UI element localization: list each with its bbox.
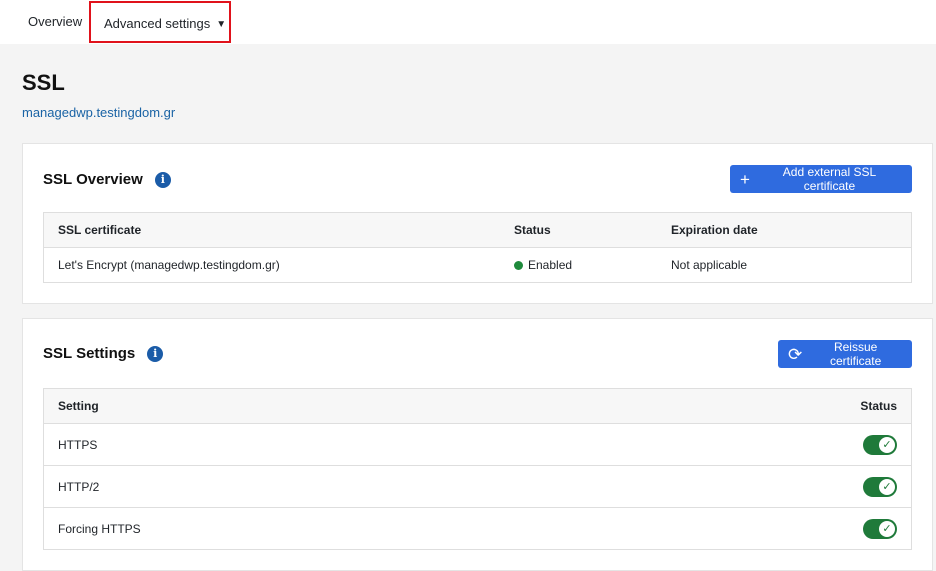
setting-name: Forcing HTTPS <box>42 507 591 550</box>
table-header-row: Setting Status <box>42 388 912 424</box>
certificate-name: Let's Encrypt (managedwp.testingdom.gr) <box>43 247 500 283</box>
setting-name: HTTP/2 <box>42 465 591 508</box>
tab-advanced-settings[interactable]: Advanced settings ▼ <box>89 1 231 43</box>
certificate-status: Enabled <box>500 247 657 283</box>
ssl-settings-card: SSL Settings i ⟳ Reissue certificate Set… <box>22 318 933 571</box>
reissue-certificate-button[interactable]: ⟳ Reissue certificate <box>778 340 912 368</box>
column-header-setting: Setting <box>42 388 591 424</box>
ssl-settings-heading: SSL Settings i <box>43 345 164 362</box>
table-row: HTTP/2 ✓ <box>42 465 912 508</box>
ssl-certificates-table: SSL certificate Status Expiration date L… <box>43 212 912 283</box>
caret-down-icon: ▼ <box>216 19 227 30</box>
reissue-certificate-label: Reissue certificate <box>829 340 882 368</box>
certificate-expiration: Not applicable <box>657 247 912 283</box>
ssl-overview-heading: SSL Overview i <box>43 171 171 188</box>
https-toggle[interactable]: ✓ <box>863 434 897 455</box>
table-row: HTTPS ✓ <box>42 423 912 466</box>
info-icon[interactable]: i <box>154 171 171 188</box>
domain-link[interactable]: managedwp.testingdom.gr <box>22 105 175 120</box>
column-header-expiration: Expiration date <box>657 212 912 248</box>
ssl-overview-title: SSL Overview <box>43 171 143 188</box>
column-header-certificate: SSL certificate <box>43 212 500 248</box>
table-header-row: SSL certificate Status Expiration date <box>43 212 912 248</box>
check-icon: ✓ <box>879 520 895 537</box>
status-text: Enabled <box>528 258 573 272</box>
ssl-settings-title: SSL Settings <box>43 345 136 362</box>
add-external-ssl-button[interactable]: + Add external SSL certificate <box>730 165 912 193</box>
ssl-overview-card: SSL Overview i + Add external SSL certif… <box>22 143 933 304</box>
check-icon: ✓ <box>879 478 895 495</box>
tab-advanced-settings-label: Advanced settings <box>104 16 211 31</box>
status-dot-icon <box>514 261 523 270</box>
check-icon: ✓ <box>879 436 895 453</box>
http2-toggle[interactable]: ✓ <box>863 476 897 497</box>
column-header-status: Status <box>500 212 657 248</box>
forcing-https-toggle[interactable]: ✓ <box>863 518 897 539</box>
top-navigation: Overview Advanced settings ▼ <box>0 0 936 44</box>
table-row: Let's Encrypt (managedwp.testingdom.gr) … <box>43 247 912 283</box>
setting-name: HTTPS <box>42 423 591 466</box>
table-row: Forcing HTTPS ✓ <box>42 507 912 550</box>
plus-icon: + <box>740 169 750 189</box>
page-title: SSL <box>22 70 65 95</box>
tab-overview[interactable]: Overview <box>28 0 82 44</box>
column-header-status: Status <box>590 388 912 424</box>
info-icon[interactable]: i <box>147 345 164 362</box>
ssl-settings-table: Setting Status HTTPS ✓ HTTP/2 ✓ Forcing … <box>42 388 912 550</box>
add-external-ssl-label: Add external SSL certificate <box>782 165 877 193</box>
refresh-icon: ⟳ <box>788 344 803 364</box>
